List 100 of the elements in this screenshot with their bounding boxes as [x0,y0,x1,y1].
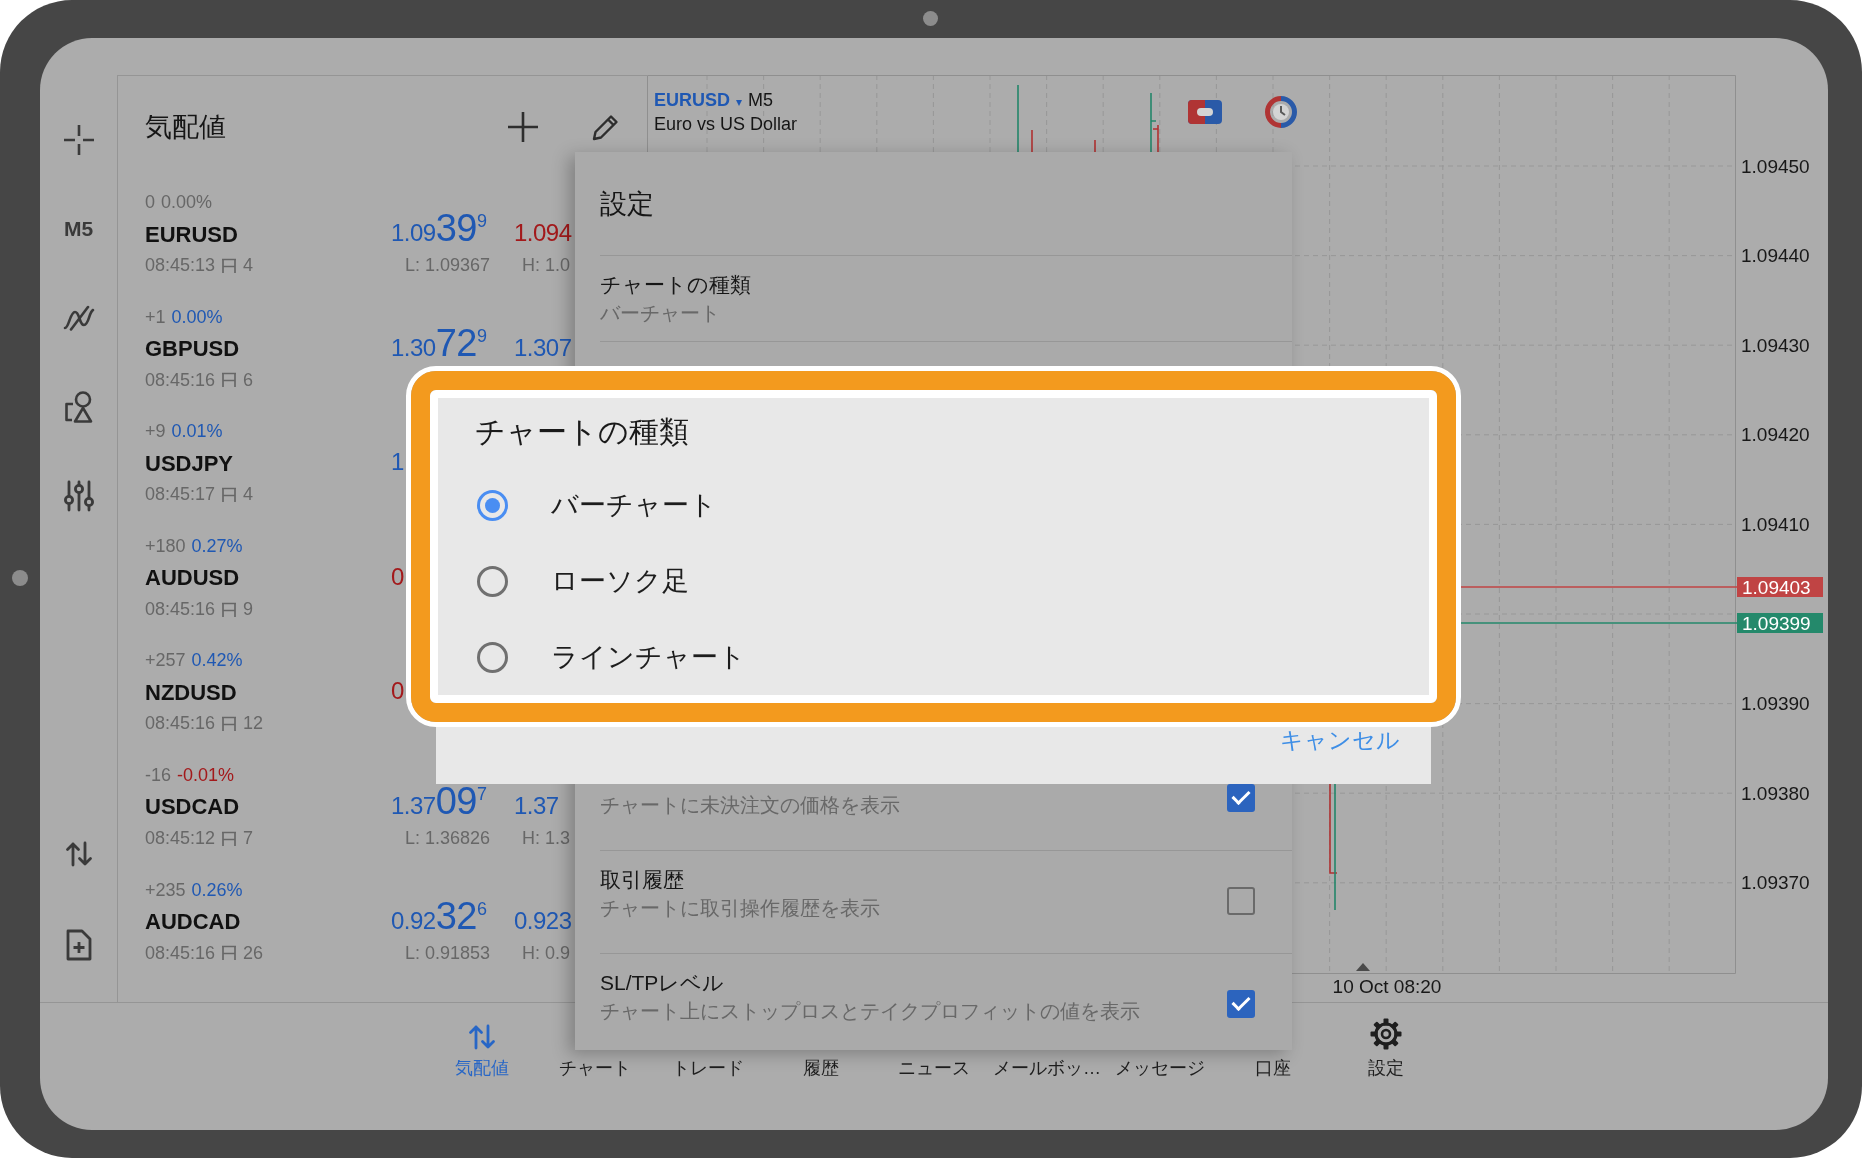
clock-icon[interactable] [1265,95,1297,128]
price-tag: 1.09399 [1737,612,1823,634]
change-points: 0 [145,191,155,214]
nav-tab[interactable]: メッセージ [1103,1056,1217,1080]
price-label: 1.09410 [1741,513,1810,535]
price-label: 1.09390 [1741,693,1810,715]
radio-option[interactable]: ローソク足 [438,543,1429,619]
symbol-name: EURUSD [145,220,239,249]
spread-icon [221,486,238,503]
spread-value: 6 [243,368,254,392]
radio-icon[interactable] [477,489,508,521]
ask-price: 1.094 [514,218,572,243]
change-percent: 0.00% [171,305,223,329]
nav-tab[interactable]: 履歴 [764,1056,878,1080]
ask-price: 1.37 [514,790,559,816]
bid-price: 0 [391,561,404,587]
quote-time: 08:45:17 [145,483,216,507]
spread-icon [221,601,238,618]
add-icon[interactable] [508,112,538,142]
setting-value: バーチャート [600,301,720,326]
spread-value: 4 [243,254,254,277]
quote-time: 08:45:16 [145,597,216,621]
spread-icon [221,372,238,389]
document-plus-icon[interactable] [65,928,92,961]
nav-tab[interactable]: 口座 [1216,1056,1330,1080]
spread-icon [221,830,238,847]
up-down-arrows-icon [468,1024,496,1050]
low-price: L: 1.36826 [405,826,491,850]
quote-time: 08:45:12 [145,826,216,850]
spread-icon [221,716,238,733]
wave-icon[interactable] [62,304,95,331]
bid-price: 1 [391,447,404,473]
shapes-icon[interactable] [63,390,94,423]
symbol-name: USDCAD [145,793,241,822]
price-label: 1.09370 [1741,872,1810,894]
radio-icon[interactable] [477,565,508,597]
change-percent: 0.01% [171,420,223,444]
setting-title: チャートの種類 [600,272,751,298]
bid-price: 0 [391,676,404,702]
settings-icon [1370,1018,1402,1050]
checkbox[interactable] [1227,784,1255,812]
symbol-name: AUDCAD [145,908,242,937]
change-percent: 0.27% [191,534,243,558]
change-percent: 0.42% [191,649,243,673]
spread-value: 9 [243,597,254,621]
nav-tab[interactable]: チャート [538,1056,652,1080]
checkbox[interactable] [1227,990,1255,1018]
nav-tab[interactable]: ニュース [877,1056,991,1080]
setting-description: チャートに取引操作履歴を表示 [600,896,880,921]
change-points: +235 [145,878,186,902]
bid-price: 1.3072$^{9}$ [391,326,487,358]
nav-tab[interactable]: 設定 [1329,1018,1443,1080]
crosshair-icon[interactable] [63,124,94,155]
time-label: 10 Oct 08:20 [1332,975,1442,997]
high-price: H: 1.3 [522,826,571,850]
toggle-icon[interactable] [1188,99,1222,124]
radio-option[interactable]: バーチャート [438,467,1429,543]
bid-price: 1.0939$^{9}$ [391,212,487,243]
change-percent: -0.01% [177,763,235,787]
change-points: +180 [145,534,186,558]
spread-value: 4 [243,483,254,507]
price-tag: 1.09403 [1737,576,1823,598]
low-price: L: 1.09367 [405,254,491,277]
setting-description: チャート上にストップロスとテイクプロフィットの値を表示 [600,999,1140,1024]
quote-time: 08:45:16 [145,941,216,965]
panel-title: 設定 [599,187,655,221]
spread-value: 7 [243,826,254,850]
setting-title: SL/TPレベル [600,970,725,996]
checkbox[interactable] [1227,887,1255,915]
quote-time: 08:45:13 [145,254,216,277]
quote-time: 08:45:16 [145,368,216,392]
spread-value: 12 [243,712,264,736]
low-price: L: 0.91853 [405,941,491,965]
setting-description: チャートに未決注文の価格を表示 [600,793,900,818]
chart-description: Euro vs US Dollar [654,113,798,135]
radio-option[interactable]: ラインチャート [438,619,1429,695]
time-marker-icon [1356,963,1370,971]
nav-tab[interactable]: トレード [651,1056,765,1080]
high-price: H: 0.9 [522,941,571,965]
price-label: 1.09450 [1741,155,1810,177]
price-label: 1.09420 [1741,424,1810,446]
change-points: -16 [145,763,171,787]
quote-time: 08:45:16 [145,712,216,736]
up-down-arrows-icon[interactable] [64,840,93,867]
ask-price: 0.923 [514,905,572,931]
spread-icon [221,257,238,274]
spread-value: 26 [243,941,264,965]
nav-tab[interactable]: メールボッ… [990,1056,1104,1080]
chart-timeframe: M5 [748,89,774,111]
ask-price: 1.307 [514,332,572,358]
price-label: 1.09380 [1741,782,1810,804]
camera-icon [923,11,938,26]
pencil-icon[interactable] [592,113,620,141]
bid-price: 0.9232$^{6}$ [391,899,487,931]
change-points: +1 [145,305,166,329]
side-button-icon [12,570,28,586]
timeframe-button[interactable]: M5 [63,215,94,242]
radio-icon[interactable] [477,641,508,673]
sliders-icon[interactable] [63,479,94,512]
change-points: +9 [145,420,166,444]
